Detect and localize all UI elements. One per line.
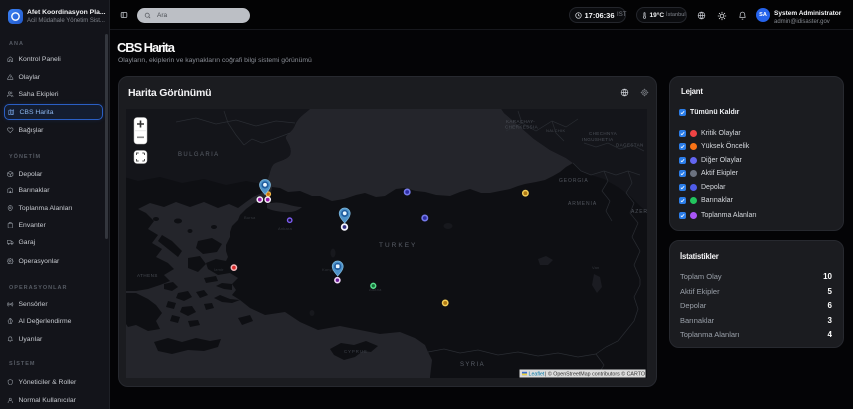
svg-text:Izmir: Izmir (214, 267, 224, 272)
svg-text:INGUSHETIA: INGUSHETIA (582, 137, 614, 142)
svg-text:NALCHIK: NALCHIK (546, 128, 565, 133)
svg-text:KARACHAY-: KARACHAY- (506, 119, 535, 124)
svg-text:AZERBAIJ: AZERBAIJ (631, 209, 647, 215)
svg-text:Leaflet: Leaflet (529, 371, 545, 377)
svg-text:DAGESTAN: DAGESTAN (616, 143, 644, 148)
svg-text:ATHENS: ATHENS (137, 273, 158, 278)
svg-text:| © OpenStreetMap contributors: | © OpenStreetMap contributors © CARTO (545, 370, 645, 377)
svg-text:CHERKESSIA: CHERKESSIA (505, 125, 538, 130)
svg-text:Bursa: Bursa (244, 215, 256, 220)
svg-text:BULGARIA: BULGARIA (178, 152, 220, 158)
svg-text:TURKEY: TURKEY (379, 242, 417, 249)
svg-text:Van: Van (592, 265, 599, 270)
svg-text:CYPRUS: CYPRUS (344, 349, 368, 354)
svg-text:CHECHNYA: CHECHNYA (589, 131, 617, 136)
svg-text:GEORGIA: GEORGIA (559, 178, 589, 184)
svg-text:Ankara: Ankara (278, 226, 292, 231)
svg-text:ARMENIA: ARMENIA (568, 201, 597, 207)
svg-text:SYRIA: SYRIA (460, 362, 485, 368)
